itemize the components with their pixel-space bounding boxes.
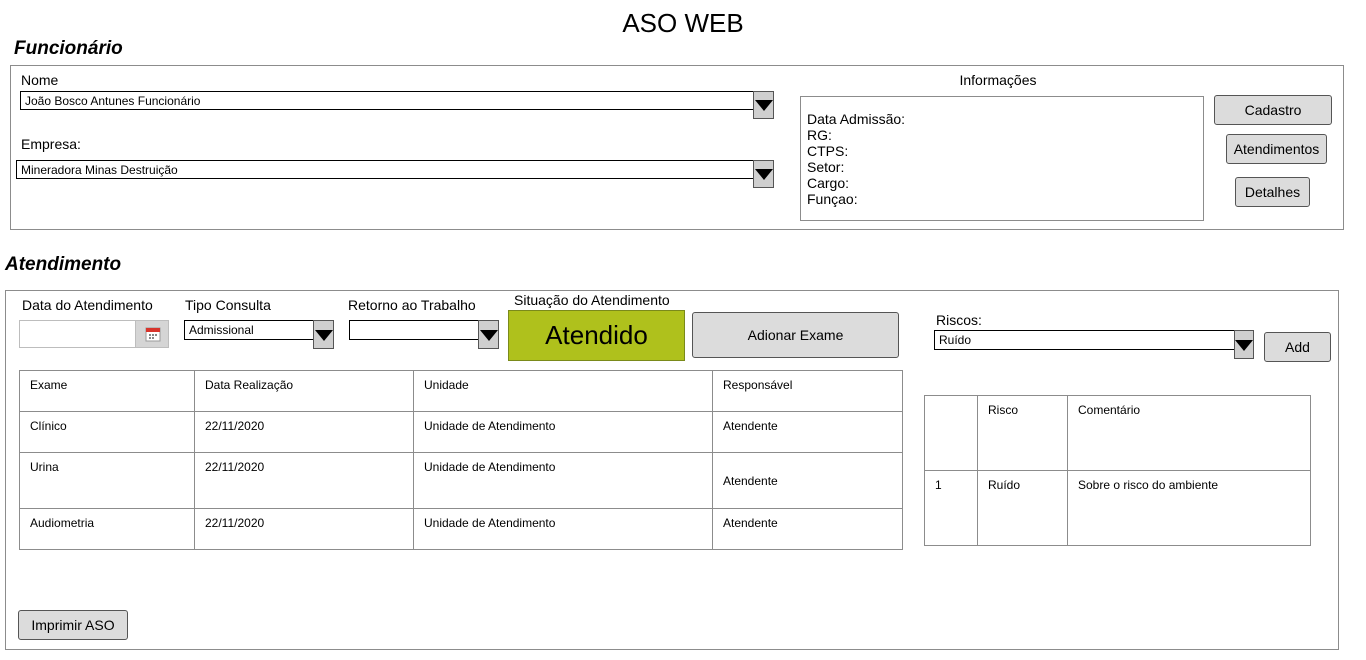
info-funcao: Funçao: — [807, 191, 858, 207]
empresa-select[interactable]: Mineradora Minas Destruição — [16, 160, 754, 179]
cadastro-button[interactable]: Cadastro — [1214, 95, 1332, 125]
nome-select[interactable]: João Bosco Antunes Funcionário — [20, 91, 754, 110]
exames-table-header-row: Exame Data Realização Unidade Responsáve… — [19, 370, 903, 412]
riscos-select[interactable]: Ruído — [934, 330, 1235, 350]
table-cell-exame: Audiometria — [19, 508, 195, 550]
info-data-admissao: Data Admissão: — [807, 111, 906, 127]
empresa-dropdown-arrow-icon[interactable] — [753, 160, 774, 188]
table-row[interactable]: 1 Ruído Sobre o risco do ambiente — [924, 470, 1311, 546]
info-cargo: Cargo: — [807, 175, 850, 191]
tipo-consulta-dropdown-arrow-icon[interactable] — [313, 320, 334, 349]
column-header-risco: Risco — [977, 395, 1068, 471]
adicionar-exame-button[interactable]: Adionar Exame — [692, 312, 899, 358]
table-cell-responsavel: Atendente — [712, 411, 903, 453]
table-cell-risco: Ruído — [977, 470, 1068, 546]
riscos-dropdown-arrow-icon[interactable] — [1234, 330, 1254, 359]
table-cell-exame: Clínico — [19, 411, 195, 453]
table-cell-responsavel: Atendente — [712, 508, 903, 550]
table-cell-responsavel: Atendente — [712, 452, 903, 509]
column-header-data-realizacao: Data Realização — [194, 370, 414, 412]
exames-table: Exame Data Realização Unidade Responsáve… — [19, 370, 903, 550]
table-cell-unidade: Unidade de Atendimento — [413, 411, 713, 453]
info-setor: Setor: — [807, 159, 845, 175]
informacoes-box: Data Admissão: RG: CTPS: Setor: Cargo: F… — [800, 96, 1204, 221]
table-cell-index: 1 — [924, 470, 978, 546]
imprimir-aso-button[interactable]: Imprimir ASO — [18, 610, 128, 640]
nome-label: Nome — [21, 72, 59, 88]
funcionario-section-title: Funcionário — [14, 38, 123, 59]
riscos-table: Risco Comentário 1 Ruído Sobre o risco d… — [924, 395, 1311, 546]
tipo-consulta-label: Tipo Consulta — [185, 297, 271, 313]
table-cell-data: 22/11/2020 — [194, 508, 414, 550]
tipo-consulta-select[interactable]: Admissional — [184, 320, 314, 340]
table-cell-unidade: Unidade de Atendimento — [413, 452, 713, 509]
info-rg: RG: — [807, 127, 832, 143]
table-row[interactable]: Audiometria 22/11/2020 Unidade de Atendi… — [19, 508, 903, 550]
table-cell-comentario: Sobre o risco do ambiente — [1067, 470, 1311, 546]
add-risco-button[interactable]: Add — [1264, 332, 1331, 362]
column-header-index — [924, 395, 978, 471]
date-picker-button[interactable] — [135, 320, 169, 348]
atendimento-section-title: Atendimento — [5, 254, 122, 275]
nome-dropdown-arrow-icon[interactable] — [753, 91, 774, 119]
table-cell-unidade: Unidade de Atendimento — [413, 508, 713, 550]
retorno-trabalho-select[interactable] — [349, 320, 479, 340]
info-ctps: CTPS: — [807, 143, 849, 159]
table-cell-data: 22/11/2020 — [194, 411, 414, 453]
atendimentos-button[interactable]: Atendimentos — [1226, 134, 1327, 164]
table-row[interactable]: Urina 22/11/2020 Unidade de Atendimento … — [19, 452, 903, 509]
empresa-label: Empresa: — [21, 136, 81, 152]
table-row[interactable]: Clínico 22/11/2020 Unidade de Atendiment… — [19, 411, 903, 453]
table-cell-data: 22/11/2020 — [194, 452, 414, 509]
app-title: ASO WEB — [622, 8, 744, 38]
retorno-trabalho-dropdown-arrow-icon[interactable] — [478, 320, 499, 349]
table-cell-exame: Urina — [19, 452, 195, 509]
data-atendimento-label: Data do Atendimento — [22, 297, 153, 313]
retorno-trabalho-label: Retorno ao Trabalho — [348, 297, 476, 313]
riscos-label: Riscos: — [936, 312, 982, 328]
informacoes-label: Informações — [959, 72, 1037, 88]
column-header-comentario: Comentário — [1067, 395, 1311, 471]
column-header-unidade: Unidade — [413, 370, 713, 412]
column-header-exame: Exame — [19, 370, 195, 412]
column-header-responsavel: Responsável — [712, 370, 903, 412]
riscos-table-header-row: Risco Comentário — [924, 395, 1311, 471]
calendar-icon — [145, 327, 161, 342]
situacao-status-badge: Atendido — [508, 310, 685, 361]
detalhes-button[interactable]: Detalhes — [1235, 177, 1310, 207]
data-atendimento-input[interactable] — [19, 320, 136, 348]
situacao-label: Situação do Atendimento — [514, 292, 670, 308]
